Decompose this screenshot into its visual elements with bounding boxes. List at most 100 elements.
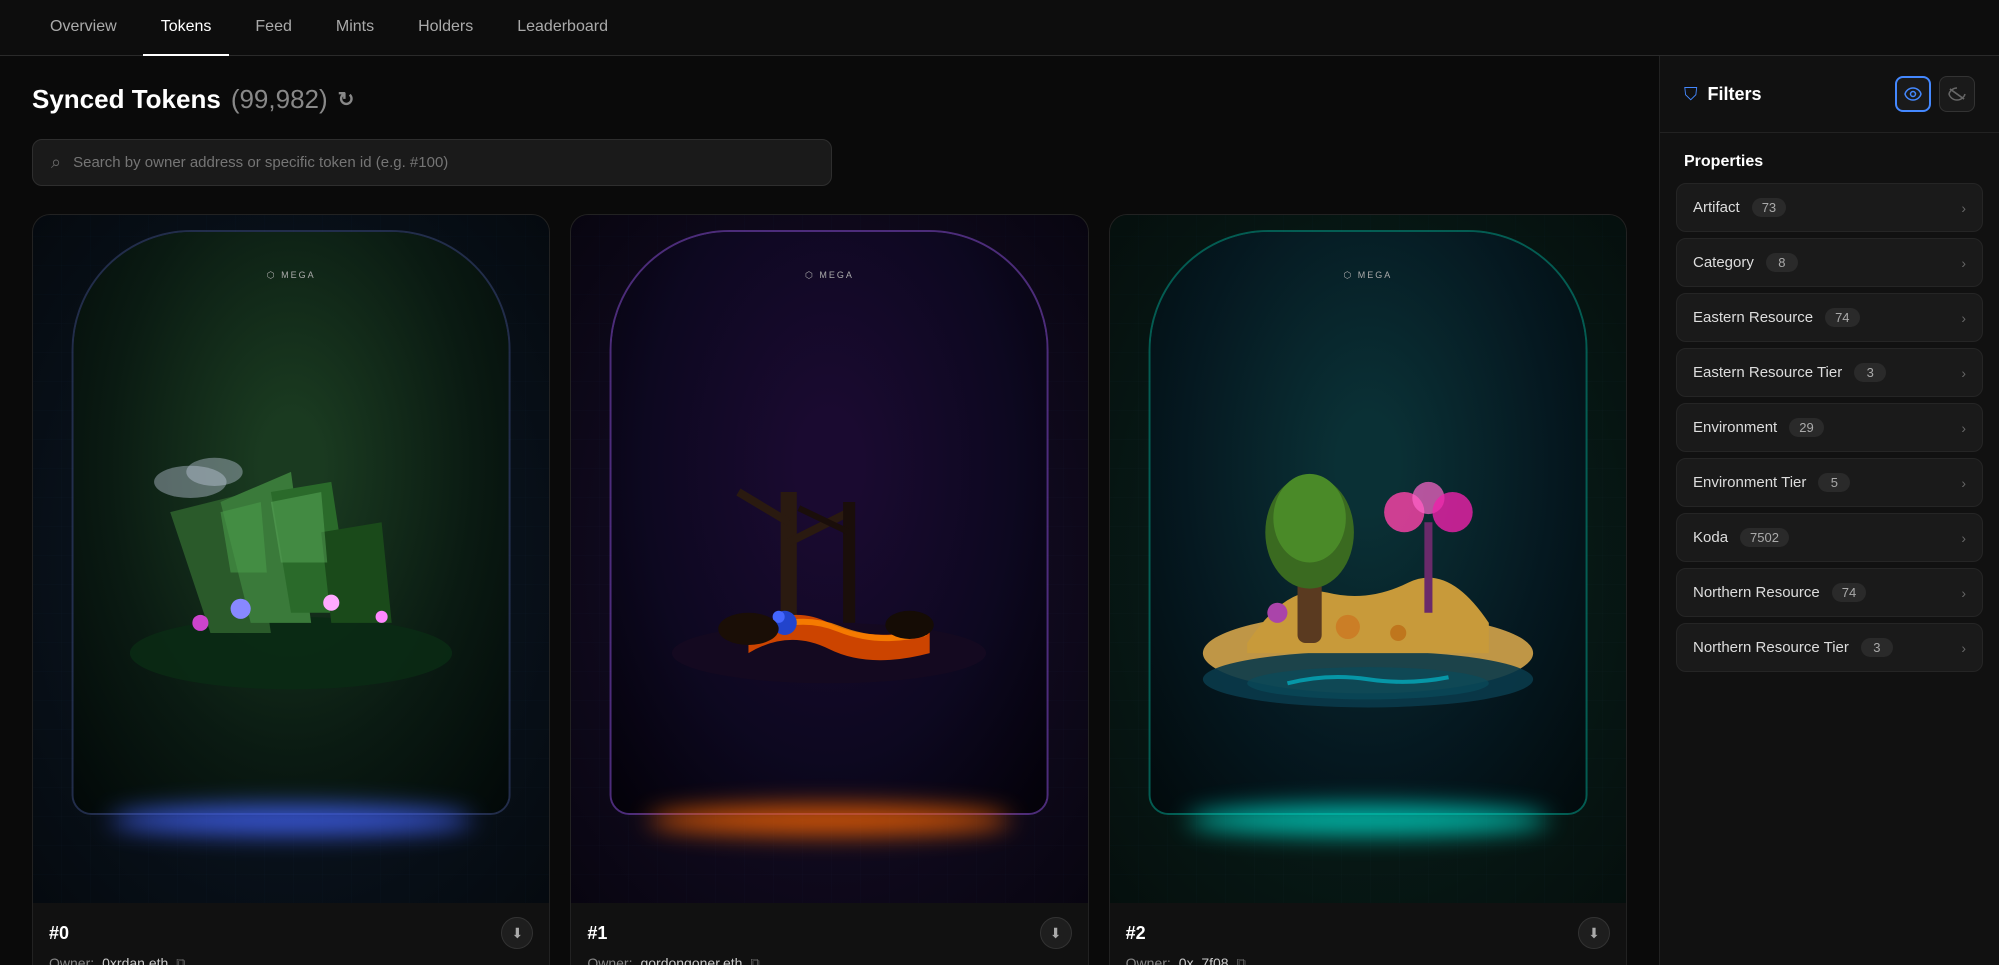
card-bg-2: ⬡ MEGA [1110,215,1626,903]
chevron-northern-resource: › [1961,585,1966,601]
search-icon: ⌕ [51,152,61,173]
page-title: Synced Tokens (99,982) ↻ [32,84,354,115]
card-bg-1: ⬡ MEGA [571,215,1087,903]
content-area: Synced Tokens (99,982) ↻ ⌕ [0,56,1659,965]
filter-badge-environment: 29 [1789,418,1823,437]
refresh-icon[interactable]: ↻ [338,87,355,112]
chevron-environment-tier: › [1961,475,1966,491]
token-image-0: ⬡ MEGA [33,215,549,903]
filter-left-koda: Koda 7502 [1693,528,1789,547]
glow-2 [1187,805,1548,835]
owner-row-1: Owner: gordongoner.eth ⧉ [587,955,1071,965]
filter-row-northern-resource-tier[interactable]: Northern Resource Tier 3 › [1676,623,1983,672]
nav-item-mints[interactable]: Mints [318,0,392,56]
island-art-2 [1166,366,1569,779]
filter-name-environment: Environment [1693,419,1777,436]
token-id-row-1: #1 ⬇ [587,917,1071,949]
view-btn-hidden[interactable] [1939,76,1975,112]
filter-badge-koda: 7502 [1740,528,1789,547]
filter-badge-category: 8 [1766,253,1798,272]
properties-label: Properties [1660,133,1999,183]
chevron-northern-resource-tier: › [1961,640,1966,656]
search-input[interactable] [73,154,813,171]
filter-header: ⛉ Filters [1660,56,1999,133]
filter-left-eastern-resource: Eastern Resource 74 [1693,308,1860,327]
title-text: Synced Tokens [32,84,221,115]
header-row: Synced Tokens (99,982) ↻ [32,84,1627,115]
filter-funnel-icon: ⛉ [1684,84,1698,105]
download-btn-1[interactable]: ⬇ [1040,917,1072,949]
glow-1 [649,805,1010,835]
filter-row-environment[interactable]: Environment 29 › [1676,403,1983,452]
view-btn-visible[interactable] [1895,76,1931,112]
owner-address-2: 0x..7f08 [1179,955,1229,965]
filter-row-koda[interactable]: Koda 7502 › [1676,513,1983,562]
island-art-1 [628,366,1031,779]
token-id-row-0: #0 ⬇ [49,917,533,949]
download-btn-0[interactable]: ⬇ [501,917,533,949]
chevron-koda: › [1961,530,1966,546]
filter-name-northern-resource-tier: Northern Resource Tier [1693,639,1849,656]
token-id-0: #0 [49,923,69,944]
card-logo-1: ⬡ MEGA [805,270,854,281]
filter-row-northern-resource[interactable]: Northern Resource 74 › [1676,568,1983,617]
filter-row-eastern-resource-tier[interactable]: Eastern Resource Tier 3 › [1676,348,1983,397]
filter-left-artifact: Artifact 73 [1693,198,1786,217]
nav-item-feed[interactable]: Feed [237,0,309,56]
filter-title-row: ⛉ Filters [1684,84,1762,105]
owner-row-0: Owner: 0xrdan.eth ⧉ [49,955,533,965]
filter-name-environment-tier: Environment Tier [1693,474,1806,491]
filter-badge-eastern-resource-tier: 3 [1854,363,1886,382]
owner-row-2: Owner: 0x..7f08 ⧉ [1126,955,1610,965]
filter-row-environment-tier[interactable]: Environment Tier 5 › [1676,458,1983,507]
nav-item-overview[interactable]: Overview [32,0,135,56]
filter-badge-northern-resource: 74 [1832,583,1866,602]
filter-name-koda: Koda [1693,529,1728,546]
filter-row-eastern-resource[interactable]: Eastern Resource 74 › [1676,293,1983,342]
filter-name-eastern-resource: Eastern Resource [1693,309,1813,326]
filter-name-northern-resource: Northern Resource [1693,584,1820,601]
nav-item-tokens[interactable]: Tokens [143,0,230,56]
filter-left-environment: Environment 29 [1693,418,1824,437]
filter-badge-eastern-resource: 74 [1825,308,1859,327]
filter-sidebar: ⛉ Filters Properties [1659,56,1999,965]
filter-badge-artifact: 73 [1752,198,1786,217]
token-footer-1: #1 ⬇ Owner: gordongoner.eth ⧉ [571,903,1087,965]
token-id-2: #2 [1126,923,1146,944]
copy-icon-1[interactable]: ⧉ [750,955,759,965]
owner-address-0: 0xrdan.eth [102,955,168,965]
token-card-0[interactable]: ⬡ MEGA #0 ⬇ Owner: 0xrdan.eth ⧉ [32,214,550,965]
filter-row-category[interactable]: Category 8 › [1676,238,1983,287]
chevron-category: › [1961,255,1966,271]
token-id-row-2: #2 ⬇ [1126,917,1610,949]
filter-name-category: Category [1693,254,1754,271]
token-footer-0: #0 ⬇ Owner: 0xrdan.eth ⧉ [33,903,549,965]
owner-address-1: gordongoner.eth [640,955,742,965]
filter-name-artifact: Artifact [1693,199,1740,216]
token-image-1: ⬡ MEGA [571,215,1087,903]
filter-badge-northern-resource-tier: 3 [1861,638,1893,657]
chevron-eastern-resource-tier: › [1961,365,1966,381]
owner-label-2: Owner: [1126,955,1171,965]
filter-name-eastern-resource-tier: Eastern Resource Tier [1693,364,1842,381]
token-card-2[interactable]: ⬡ MEGA #2 ⬇ Owner: 0x..7f08 ⧉ [1109,214,1627,965]
nav-item-holders[interactable]: Holders [400,0,491,56]
chevron-eastern-resource: › [1961,310,1966,326]
filter-items: Artifact 73 › Category 8 › Eastern Resou… [1660,183,1999,965]
filter-row-artifact[interactable]: Artifact 73 › [1676,183,1983,232]
download-btn-2[interactable]: ⬇ [1578,917,1610,949]
card-logo-0: ⬡ MEGA [267,270,316,281]
card-bg-0: ⬡ MEGA [33,215,549,903]
filter-left-northern-resource: Northern Resource 74 [1693,583,1866,602]
chevron-artifact: › [1961,200,1966,216]
owner-label-0: Owner: [49,955,94,965]
copy-icon-0[interactable]: ⧉ [176,955,185,965]
nav-item-leaderboard[interactable]: Leaderboard [499,0,626,56]
filter-badge-environment-tier: 5 [1818,473,1850,492]
token-footer-2: #2 ⬇ Owner: 0x..7f08 ⧉ [1110,903,1626,965]
filter-title: Filters [1708,84,1762,105]
token-card-1[interactable]: ⬡ MEGA #1 ⬇ Owner: gordongoner.eth ⧉ [570,214,1088,965]
token-grid: ⬡ MEGA #0 ⬇ Owner: 0xrdan.eth ⧉ [32,214,1627,965]
copy-icon-2[interactable]: ⧉ [1237,955,1246,965]
main-layout: Synced Tokens (99,982) ↻ ⌕ [0,56,1999,965]
